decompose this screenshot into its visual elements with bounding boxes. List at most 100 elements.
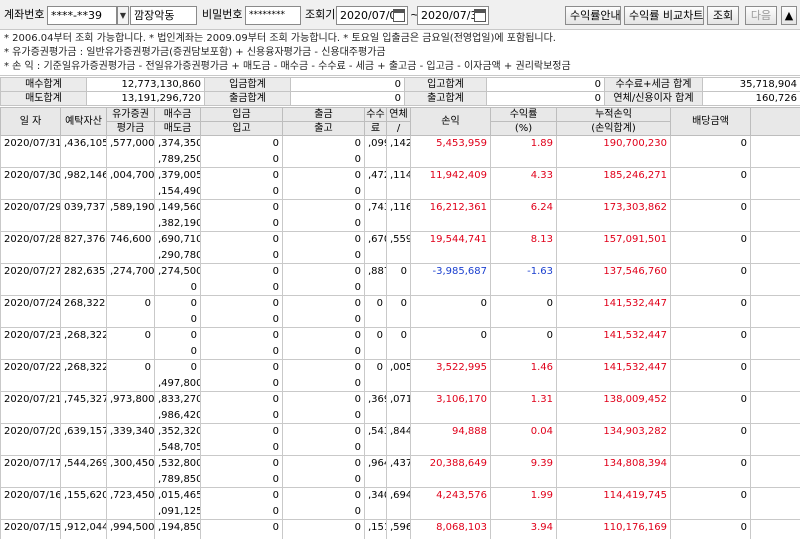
scroll-up-button[interactable]: ▲ [781,6,797,25]
table-row[interactable]: 2020/07/24 268,322 0 0 0 0 0 0 0 0 141,532,447 0 [0,295,800,312]
account-dropdown-button[interactable]: ▼ [117,6,129,25]
col-header-securities-eval-sub[interactable]: 평가금 [106,121,155,136]
daily-return-grid[interactable]: 일 자 예탁자산 유가증권 매수금 입금 출금 수수 연체 손익 수익률 누적손… [0,107,800,539]
cell-withdraw: 0 [282,135,365,152]
col-header-return-sub[interactable]: (%) [490,121,557,136]
table-row[interactable]: 2020/07/15,912,044,994,500,194,85000,151… [0,519,800,536]
col-header-fee-sub[interactable]: 료 [364,121,387,136]
table-row[interactable]: ,789,250 0 0 [0,151,800,168]
cell-dividend: 0 [670,295,751,312]
cell-pnl: 11,942,409 [410,167,491,184]
empty-cell [410,279,491,296]
cell-cum-pnl: 134,808,394 [556,455,671,472]
date-from-input[interactable]: 2020/07/01 [336,6,408,25]
cell-fee: ,340 [364,487,387,504]
col-header-buy-amount[interactable]: 매수금 [154,107,201,122]
empty-cell [386,375,411,392]
empty-cell [106,183,155,200]
empty-cell [670,407,751,424]
cell-fee: ,472 [364,167,387,184]
col-header-overdue-sub[interactable]: / [386,121,411,136]
cell-buy-amount: ,532,800 [154,455,201,472]
col-header-deposit[interactable]: 입금 [200,107,283,122]
table-row[interactable]: ,091,125 0 0 [0,503,800,520]
query-button[interactable]: 조회 [707,6,739,25]
table-row[interactable]: ,548,705 0 0 [0,439,800,456]
cell-deposit: 0 [200,231,283,248]
cell-sell-amount: ,789,850 [154,471,201,488]
empty-cell [0,215,61,232]
empty-cell [750,215,800,232]
buy-total-value: 12,773,130,860 [86,77,205,92]
col-header-stock-in[interactable]: 입고 [200,121,283,136]
empty-cell [490,503,557,520]
cell-date: 2020/07/23 [0,327,61,344]
empty-cell [386,407,411,424]
table-row[interactable]: 000 [0,343,800,360]
table-row[interactable]: ,789,850 0 0 [0,471,800,488]
table-row[interactable]: 2020/07/23,268,322 0 0 0 0 0 0 0 0 141,532,447 0 [0,327,800,344]
empty-cell [364,503,387,520]
empty-cell [750,535,800,539]
col-header-dividend[interactable]: 배당금액 [670,107,751,136]
cell-deposit: 0 [200,135,283,152]
cell-overdue: 0 [386,263,411,280]
cell-cum-pnl: 173,303,862 [556,199,671,216]
date-to-input[interactable]: 2020/07/31 [417,6,489,25]
table-row[interactable]: 2020/07/28827,376746,600,690,71000,670,5… [0,231,800,248]
query-toolbar: 계좌번호 ****-**39 ▼ 깜장악동 비밀번호 ******** 조회기간… [0,0,800,30]
cell-overdue: ,116 [386,199,411,216]
cell-fee: ,369 [364,391,387,408]
col-header-pnl[interactable]: 손익 [410,107,491,136]
table-row[interactable]: ,154,490 0 0 [0,183,800,200]
table-row[interactable]: 2020/07/16,155,620,723,450,015,46500,340… [0,487,800,504]
cell-sell-amount: 0 [154,343,201,360]
col-header-cum-pnl-sub[interactable]: (손익합계) [556,121,671,136]
table-row[interactable]: 2020/07/22,268,322 0 0 0 0 0,005 3,522,995 1.46… [0,359,800,376]
col-header-cum-pnl[interactable]: 누적손익 [556,107,671,122]
table-row[interactable]: 2020/07/21,745,327,973,800,833,27000,369… [0,391,800,408]
password-input[interactable]: ******** [245,6,301,25]
table-row[interactable]: ,290,780 0 0 [0,247,800,264]
empty-cell [60,471,107,488]
return-compare-chart-button[interactable]: 수익률 비교차트 [624,6,704,25]
table-row[interactable]: ,986,420 0 0 [0,407,800,424]
table-row[interactable]: 2020/07/29039,737,589,190,149,56000,743,… [0,199,800,216]
cell-securities-eval: ,994,500 [106,519,155,536]
col-header-securities-eval[interactable]: 유가증권 [106,107,155,122]
col-header-deposit-assets[interactable]: 예탁자산 [60,107,107,136]
cell-date: 2020/07/16 [0,487,61,504]
col-header-withdraw[interactable]: 출금 [282,107,365,122]
cell-deposit-assets: ,436,105 [60,135,107,152]
table-row[interactable]: ,382,190 0 0 [0,215,800,232]
table-row[interactable]: ,338,57000 [0,535,800,539]
empty-cell [556,279,671,296]
notice-box: * 2006.04부터 조회 가능합니다. * 법인계좌는 2009.09부터 … [0,30,800,76]
table-row[interactable]: 2020/07/20,639,157,339,340,352,32000,543… [0,423,800,440]
table-row[interactable]: ,497,800 0 0 [0,375,800,392]
table-row[interactable]: 2020/07/30,982,146,004,700,379,00500,472… [0,167,800,184]
withdraw-total-value: 0 [290,91,405,106]
col-header-stock-out[interactable]: 출고 [282,121,365,136]
table-row[interactable]: 2020/07/31,436,105,577,000,374,35000,099… [0,135,800,152]
col-header-date[interactable]: 일 자 [0,107,61,136]
next-button[interactable]: 다음 [745,6,777,25]
calendar-icon[interactable] [474,9,486,22]
table-row[interactable]: 2020/07/17,544,269,300,450,532,80000,964… [0,455,800,472]
col-header-sell-amount[interactable]: 매도금 [154,121,201,136]
col-header-fee[interactable]: 수수 [364,107,387,122]
account-number-input[interactable]: ****-**39 [47,6,117,25]
table-row[interactable]: 000 [0,311,800,328]
cell-securities-eval: 746,600 [106,231,155,248]
cell-stock-in: 0 [200,183,283,200]
col-header-overdue[interactable]: 연체 [386,107,411,122]
empty-cell [386,535,411,539]
calendar-icon[interactable] [393,9,405,22]
return-guide-button[interactable]: 수익률안내 [565,6,621,25]
table-row[interactable]: 2020/07/27282,635,274,700,274,50000,8870… [0,263,800,280]
empty-cell [364,471,387,488]
col-header-return[interactable]: 수익률 [490,107,557,122]
cell-deposit: 0 [200,487,283,504]
cell-dividend: 0 [670,423,751,440]
table-row[interactable]: 000 [0,279,800,296]
